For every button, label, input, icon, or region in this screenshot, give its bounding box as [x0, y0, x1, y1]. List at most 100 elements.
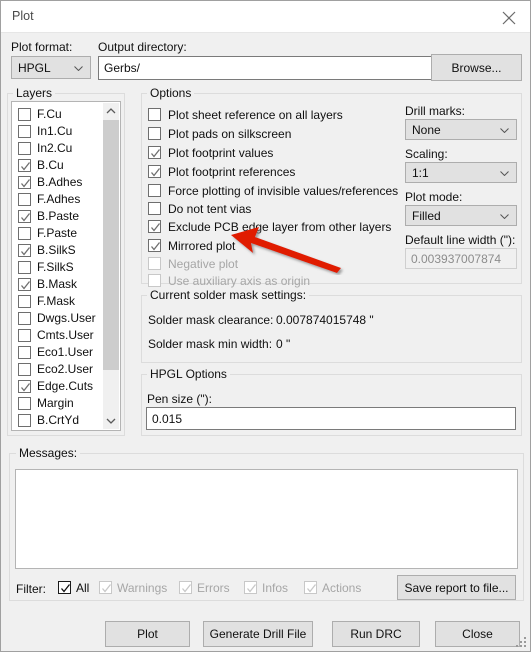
drill-marks-combo[interactable]: None — [405, 119, 517, 140]
layer-checkbox[interactable] — [18, 260, 31, 274]
layer-checkbox[interactable] — [18, 379, 31, 393]
layer-item[interactable]: B.Adhes — [18, 174, 82, 190]
option-checkbox-row[interactable]: Plot footprint values — [148, 144, 273, 161]
layer-checkbox[interactable] — [18, 124, 31, 138]
option-checkbox[interactable] — [148, 239, 161, 252]
browse-button[interactable]: Browse... — [431, 54, 522, 81]
option-checkbox-row[interactable]: Plot pads on silkscreen — [148, 125, 291, 142]
scrollbar-thumb[interactable] — [103, 120, 119, 370]
layer-item[interactable]: Dwgs.User — [18, 310, 96, 326]
output-directory-input[interactable]: Gerbs/ — [98, 56, 432, 80]
plot-mode-value: Filled — [412, 208, 441, 223]
layer-item[interactable]: B.Paste — [18, 208, 79, 224]
layers-scrollbar[interactable] — [103, 103, 119, 429]
layer-checkbox[interactable] — [18, 345, 31, 359]
option-checkbox[interactable] — [148, 184, 161, 197]
save-report-button[interactable]: Save report to file... — [397, 575, 516, 600]
layer-checkbox[interactable] — [18, 362, 31, 376]
option-checkbox-row[interactable]: Do not tent vias — [148, 200, 251, 217]
scroll-up-icon[interactable] — [103, 103, 119, 120]
layer-item[interactable]: Eco1.User — [18, 344, 93, 360]
layer-label: B.CrtYd — [37, 413, 80, 427]
hpgl-options-group-title: HPGL Options — [147, 367, 230, 381]
layer-checkbox[interactable] — [18, 396, 31, 410]
check-icon — [151, 242, 161, 251]
messages-group-title: Messages: — [16, 446, 81, 460]
option-label: Plot footprint references — [168, 164, 296, 179]
layer-item[interactable]: F.Adhes — [18, 191, 80, 207]
layer-checkbox[interactable] — [18, 226, 31, 240]
layer-item[interactable]: B.CrtYd — [18, 412, 79, 428]
plot-mode-label: Plot mode: — [405, 190, 463, 204]
layer-item[interactable]: Margin — [18, 395, 74, 411]
chevron-down-icon — [500, 127, 509, 133]
option-checkbox[interactable] — [148, 146, 161, 159]
layer-checkbox[interactable] — [18, 243, 31, 257]
layer-item[interactable]: B.Cu — [18, 157, 64, 173]
layer-label: Eco1.User — [37, 345, 94, 359]
plot-mode-combo[interactable]: Filled — [405, 205, 517, 226]
layer-checkbox[interactable] — [18, 328, 31, 342]
layer-checkbox[interactable] — [18, 413, 31, 427]
title-bar: Plot — [1, 1, 530, 32]
option-checkbox[interactable] — [148, 202, 161, 215]
filter-checkbox-row: Actions — [304, 579, 361, 596]
layer-item[interactable]: B.Mask — [18, 276, 77, 292]
layer-checkbox[interactable] — [18, 175, 31, 189]
layers-list[interactable]: B.CrtYd Margin Edge.Cuts Eco2.User Eco1.User… — [11, 101, 121, 431]
scroll-down-icon[interactable] — [103, 412, 119, 429]
close-button[interactable]: Close — [435, 621, 520, 647]
option-label: Do not tent vias — [168, 201, 252, 216]
close-icon[interactable] — [486, 1, 530, 32]
layer-item[interactable]: Cmts.User — [18, 327, 94, 343]
layer-item[interactable]: In2.Cu — [18, 140, 72, 156]
filter-checkbox-row: Infos — [244, 579, 288, 596]
layer-checkbox[interactable] — [18, 311, 31, 325]
layer-label: In1.Cu — [37, 124, 73, 138]
filter-checkbox-row[interactable]: All — [58, 579, 89, 596]
layer-item[interactable]: F.SilkS — [18, 259, 74, 275]
layer-label: Edge.Cuts — [37, 379, 94, 393]
option-checkbox[interactable] — [148, 165, 161, 178]
layer-checkbox[interactable] — [18, 158, 31, 172]
option-checkbox[interactable] — [148, 220, 161, 233]
layer-item[interactable]: Edge.Cuts — [18, 378, 93, 394]
option-checkbox-row[interactable]: Exclude PCB edge layer from other layers — [148, 218, 391, 235]
layer-item[interactable]: In1.Cu — [18, 123, 72, 139]
default-line-width-label: Default line width ("): — [405, 233, 516, 247]
layer-item[interactable]: F.Mask — [18, 293, 75, 309]
layer-checkbox[interactable] — [18, 277, 31, 291]
filter-checkbox — [304, 581, 317, 594]
generate-drill-file-button[interactable]: Generate Drill File — [203, 621, 313, 647]
resize-grip-icon[interactable] — [516, 637, 527, 648]
chevron-down-icon — [500, 170, 509, 176]
check-icon — [21, 280, 31, 290]
layer-checkbox[interactable] — [18, 141, 31, 155]
layer-label: F.Cu — [37, 107, 62, 121]
filter-checkbox[interactable] — [58, 581, 71, 594]
layer-item[interactable]: B.SilkS — [18, 242, 76, 258]
plot-format-combo[interactable]: HPGL — [11, 56, 91, 79]
layer-item[interactable]: Eco2.User — [18, 361, 93, 377]
option-checkbox-row[interactable]: Force plotting of invisible values/refer… — [148, 182, 398, 199]
layer-checkbox[interactable] — [18, 107, 31, 121]
layer-item[interactable]: F.Cu — [18, 106, 62, 122]
option-checkbox-row[interactable]: Mirrored plot — [148, 237, 235, 254]
layer-checkbox[interactable] — [18, 294, 31, 308]
scaling-combo[interactable]: 1:1 — [405, 162, 517, 183]
option-label: Plot sheet reference on all layers — [168, 107, 343, 122]
layer-checkbox[interactable] — [18, 192, 31, 206]
option-checkbox[interactable] — [148, 127, 161, 140]
messages-textarea[interactable] — [15, 469, 518, 569]
plot-button[interactable]: Plot — [105, 621, 190, 647]
layer-checkbox[interactable] — [18, 209, 31, 223]
run-drc-button[interactable]: Run DRC — [332, 621, 420, 647]
layer-item[interactable]: F.Paste — [18, 225, 77, 241]
plot-format-value: HPGL — [18, 60, 51, 75]
option-checkbox[interactable] — [148, 108, 161, 121]
option-checkbox-row[interactable]: Plot sheet reference on all layers — [148, 106, 343, 123]
pen-size-input[interactable]: 0.015 — [146, 407, 516, 430]
check-icon — [102, 584, 112, 593]
messages-content — [16, 470, 517, 478]
option-checkbox-row[interactable]: Plot footprint references — [148, 163, 295, 180]
